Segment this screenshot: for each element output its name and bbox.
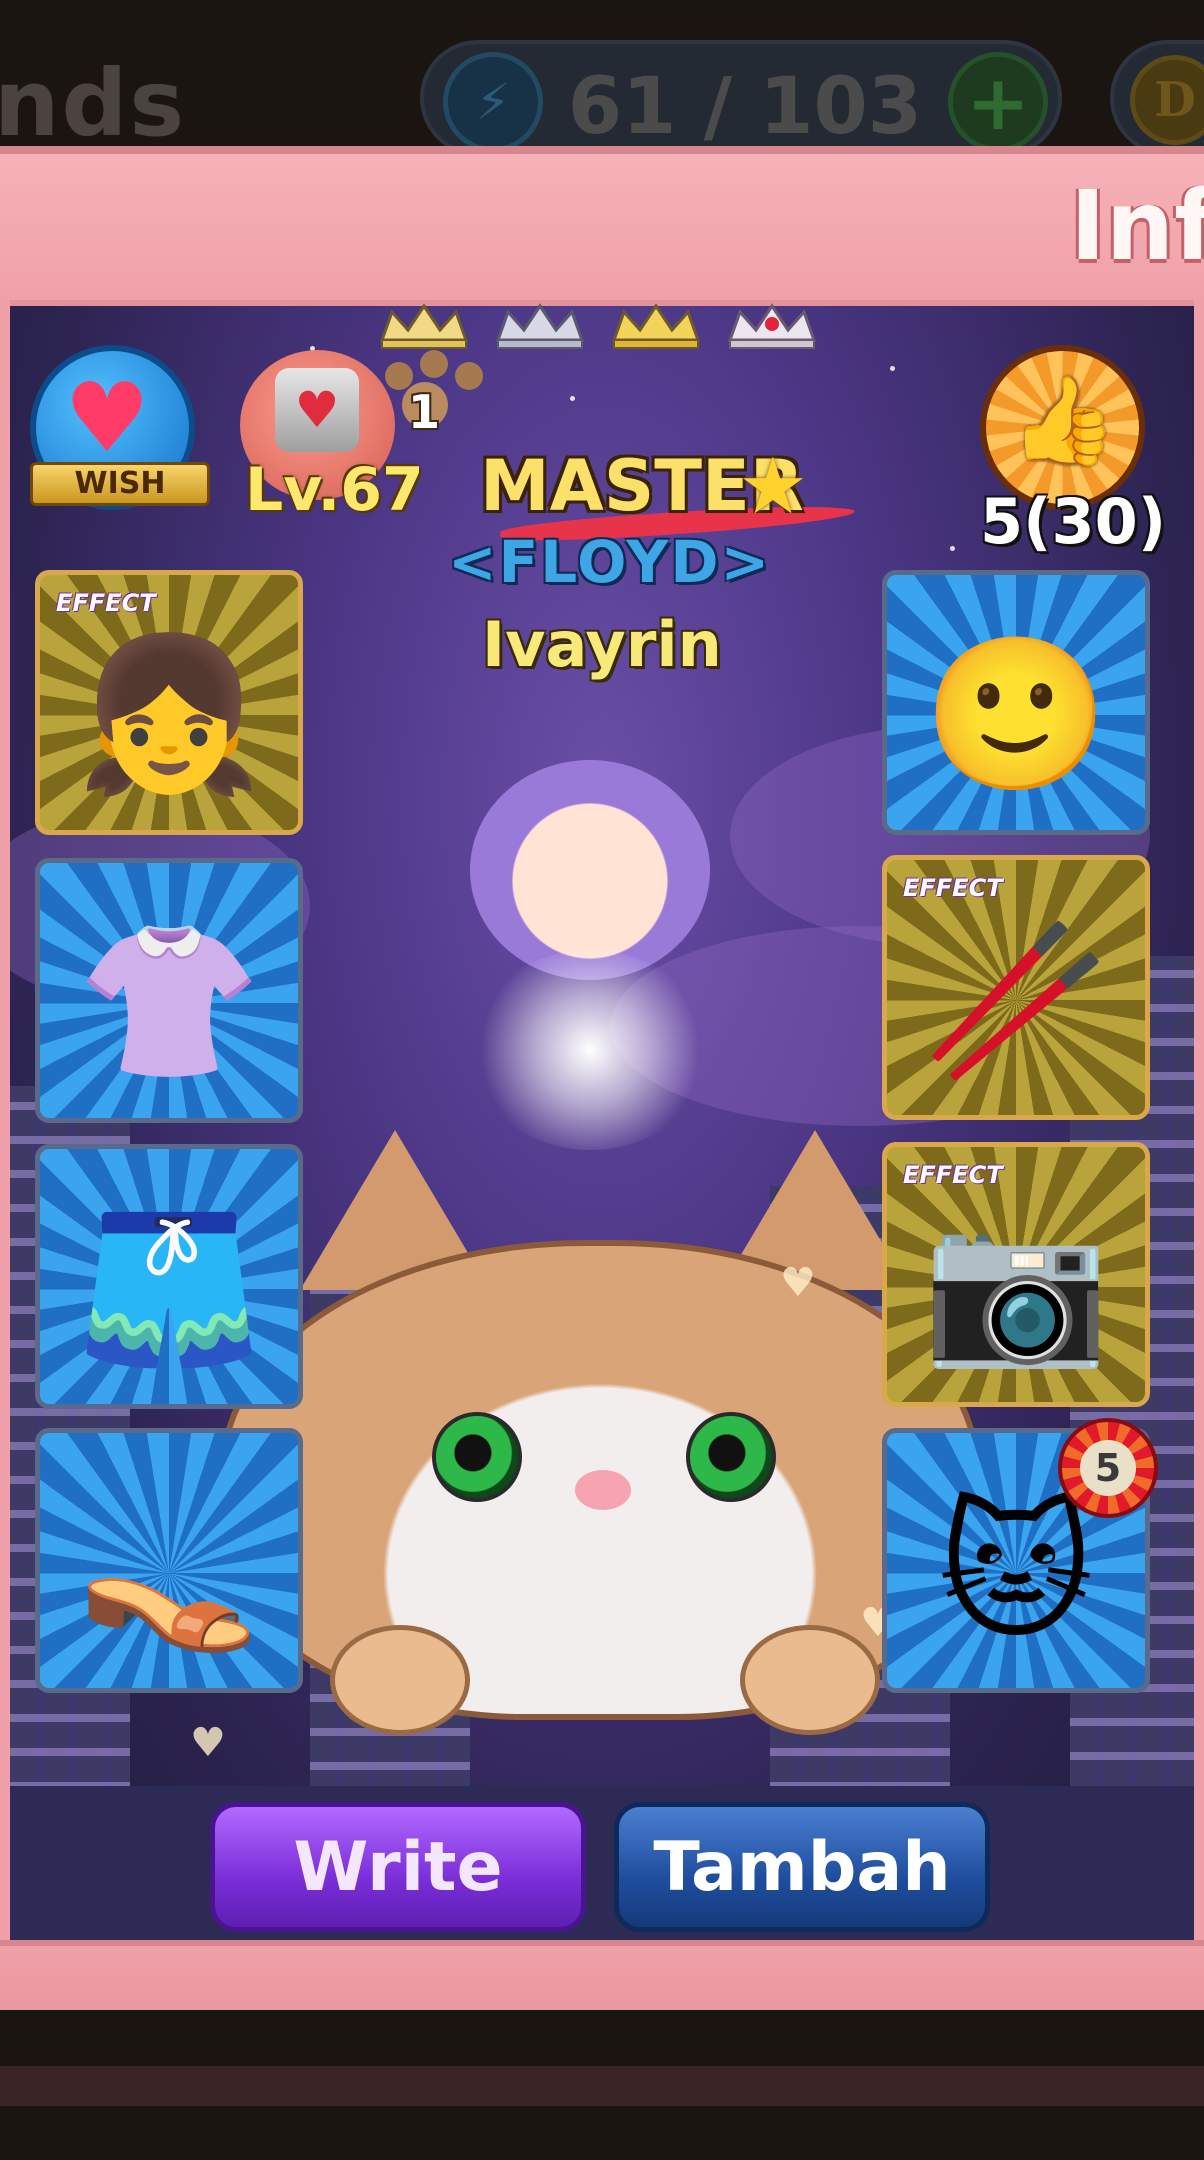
face-slot[interactable]: 🙂 [882,570,1150,835]
face-icon: 🙂 [922,628,1110,802]
add-friend-button[interactable]: Tambah [614,1802,990,1932]
paw-toe [455,362,483,390]
accessory-slot[interactable]: EFFECT 📷 [882,1142,1150,1407]
pet-rank: 5 [1080,1440,1136,1496]
panel-border-left [0,300,10,1960]
character-avatar [470,760,710,980]
hair-slot[interactable]: EFFECT 👧 [35,570,303,835]
cat-eye [432,1412,522,1502]
paw-count: 1 [407,385,440,439]
like-count: 5(30) [980,485,1167,558]
heart-shield-icon: ♥ [275,368,359,452]
cat-nose [575,1470,631,1510]
heart-icon: ♥ [780,1260,816,1306]
star [950,546,955,551]
shoes-slot[interactable]: 👡 [35,1428,303,1693]
energy-count: 61 / 103 [567,62,923,152]
panel-border-right [1194,300,1204,1960]
thumbs-up-icon: 👍 [1010,371,1118,471]
weapon-slot[interactable]: EFFECT 🥢 [882,855,1150,1120]
bottom-slot[interactable]: 🩳 [35,1144,303,1409]
wish-label: WISH [30,462,210,506]
write-button[interactable]: Write [210,1802,586,1932]
crown-icon [611,303,701,349]
crown-icon [727,303,817,349]
shirt-icon: 👚 [75,916,263,1090]
crown-icon [379,303,469,349]
guild-name: <FLOYD> [448,528,772,596]
star-icon: ★ [738,442,808,532]
cat-paw [330,1625,470,1735]
star [570,396,575,401]
heart-icon: ♥ [190,1720,226,1766]
shorts-icon: 🩳 [75,1202,263,1376]
energy-icon: ⚡ [443,52,543,152]
panel-header [0,146,1204,306]
panel-footer [0,1940,1204,2010]
paw-toe [420,350,448,378]
cat-paw [740,1625,880,1735]
character-glow [470,950,710,1150]
player-level: Lv.67 [245,455,424,525]
bottom-bar [0,2066,1204,2106]
top-slot[interactable]: 👚 [35,858,303,1123]
hair-icon: 👧 [75,628,263,802]
add-energy-button[interactable]: + [948,52,1048,152]
player-name: Ivayrin [482,608,722,681]
cat-eye [686,1412,776,1502]
camera-necklace-icon: 📷 [922,1200,1110,1374]
heart-icon: ♥ [64,362,151,474]
background-screen-title: nds [0,50,187,157]
panel-title: Inf [1070,170,1204,282]
shoes-icon: 👡 [75,1486,263,1660]
street [10,1786,1194,1940]
crown-icon [495,303,585,349]
star [890,366,895,371]
drumsticks-icon: 🥢 [922,913,1110,1087]
